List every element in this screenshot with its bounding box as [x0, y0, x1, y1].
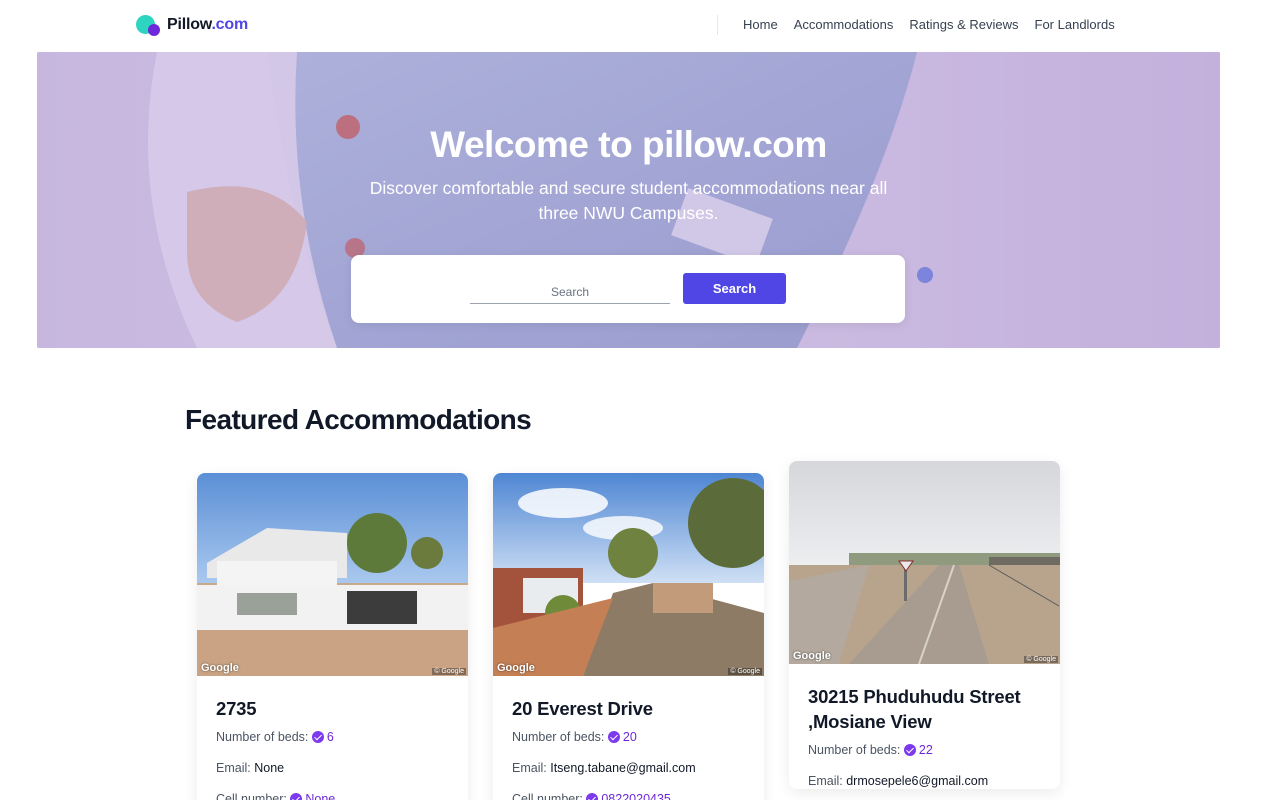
image-copyright: © Google: [728, 668, 762, 675]
nav-divider: [717, 15, 718, 35]
search-input[interactable]: [470, 280, 670, 304]
logo-text: Pillow.com: [167, 16, 248, 33]
email-value: None: [254, 761, 285, 775]
accommodation-photo[interactable]: Google © Google: [789, 461, 1060, 664]
accommodation-title[interactable]: 2735: [216, 696, 449, 721]
google-logo: Google: [497, 662, 535, 674]
logo-icon: [136, 14, 162, 36]
search-button[interactable]: Search: [683, 273, 786, 304]
accommodation-photo[interactable]: Google © Google: [493, 473, 764, 676]
email-row: Email: drmosepele6@gmail.com: [808, 774, 989, 788]
nav-link-ratings-reviews[interactable]: Ratings & Reviews: [909, 17, 1018, 32]
beds-row: Number of beds: 6: [216, 730, 334, 744]
cell-row: Cell number: None: [216, 791, 449, 800]
verified-check-icon: [607, 731, 620, 743]
verified-check-icon: [311, 731, 324, 743]
image-copyright: © Google: [1024, 656, 1058, 663]
beds-value: 6: [326, 730, 334, 744]
email-row: Email: Itseng.tabane@gmail.com: [512, 761, 696, 775]
email-row: Email: None: [216, 761, 285, 775]
verified-check-icon: [903, 744, 916, 756]
accommodation-title[interactable]: 30215 Phuduhudu Street ,Mosiane View: [808, 684, 1041, 734]
verified-check-icon: [290, 793, 303, 800]
hero-title: Welcome to pillow.com: [430, 124, 827, 165]
accommodation-card[interactable]: Google © Google 30215 Phuduhudu Street ,…: [789, 461, 1060, 789]
email-value: drmosepele6@gmail.com: [846, 774, 989, 788]
google-logo: Google: [793, 650, 831, 662]
beds-value: 22: [918, 743, 933, 757]
accommodation-card[interactable]: Google © Google 20 Everest Drive Number …: [493, 473, 764, 800]
navbar: Pillow.com Home Accommodations Ratings &…: [0, 0, 1280, 50]
email-value: Itseng.tabane@gmail.com: [550, 761, 696, 775]
hero-subtitle: Discover comfortable and secure student …: [369, 178, 888, 223]
nav-links: Home Accommodations Ratings & Reviews Fo…: [743, 17, 1115, 32]
cell-value: None: [305, 792, 336, 800]
hero-banner: Welcome to pillow.com Discover comfortab…: [37, 52, 1220, 348]
beds-row: Number of beds: 22: [808, 743, 933, 757]
verified-check-icon: [586, 793, 599, 800]
nav-link-accommodations[interactable]: Accommodations: [794, 17, 894, 32]
cell-row: Cell number: 0822020435: [512, 791, 745, 800]
google-logo: Google: [201, 662, 239, 674]
nav-link-home[interactable]: Home: [743, 17, 778, 32]
cell-value: 0822020435: [601, 792, 671, 800]
accommodation-card[interactable]: Google © Google 2735 Number of beds: 6 E…: [197, 473, 468, 800]
search-card: Search: [351, 255, 905, 323]
beds-row: Number of beds: 20: [512, 730, 637, 744]
accommodation-photo[interactable]: Google © Google: [197, 473, 468, 676]
logo[interactable]: Pillow.com: [136, 14, 248, 36]
accommodation-title[interactable]: 20 Everest Drive: [512, 696, 745, 721]
image-copyright: © Google: [432, 668, 466, 675]
featured-accommodations-title: Featured Accommodations: [185, 404, 532, 435]
nav-link-for-landlords[interactable]: For Landlords: [1035, 17, 1115, 32]
beds-value: 20: [622, 730, 637, 744]
